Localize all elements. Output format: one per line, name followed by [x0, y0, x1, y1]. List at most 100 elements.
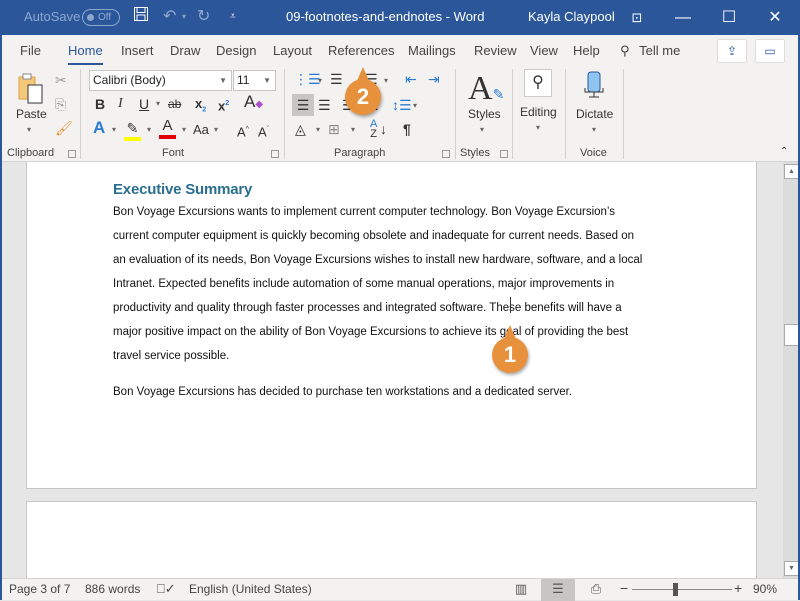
dictate-dropdown-icon[interactable]: ▾	[592, 125, 596, 134]
cut-icon[interactable]: ✂	[55, 71, 67, 89]
text-effects-dropdown-icon[interactable]: ▾	[112, 125, 116, 134]
scroll-thumb[interactable]	[784, 324, 799, 346]
grow-font-icon[interactable]: A^	[237, 121, 249, 141]
copy-icon[interactable]: ⎘	[55, 95, 66, 113]
chevron-down-icon[interactable]: ▼	[219, 71, 227, 90]
proofing-icon[interactable]: ⎕✓	[157, 581, 176, 597]
paragraph-line[interactable]: travel service possible.	[113, 344, 229, 368]
decrease-indent-icon[interactable]: ⇤	[405, 70, 417, 88]
paragraph-2[interactable]: Bon Voyage Excursions has decided to pur…	[113, 380, 572, 404]
font-launcher-icon[interactable]	[271, 150, 279, 158]
bullets-dropdown-icon[interactable]: ▾	[318, 76, 322, 85]
editing-button[interactable]: Editing	[520, 105, 557, 119]
subscript-icon[interactable]: x2	[195, 95, 206, 120]
superscript-icon[interactable]: x2	[218, 95, 229, 115]
paste-dropdown-icon[interactable]: ▾	[27, 125, 31, 134]
change-case-dropdown-icon[interactable]: ▾	[214, 125, 218, 134]
tab-mailings[interactable]: Mailings	[408, 43, 456, 58]
zoom-out-button[interactable]: −	[620, 580, 628, 596]
tab-design[interactable]: Design	[216, 43, 256, 58]
paragraph-line[interactable]: current computer equipment is quickly be…	[113, 224, 634, 248]
tab-review[interactable]: Review	[474, 43, 517, 58]
bullets-icon[interactable]: ⋮☰	[294, 70, 321, 88]
highlight-icon[interactable]: ✎	[124, 119, 141, 141]
undo-dropdown-icon[interactable]: ▾	[182, 6, 186, 28]
multilevel-dropdown-icon[interactable]: ▾	[384, 76, 388, 85]
customize-qat-icon[interactable]: ⩡	[230, 6, 236, 28]
zoom-in-button[interactable]: +	[734, 580, 742, 596]
autosave-toggle[interactable]: Off	[82, 9, 120, 26]
tab-view[interactable]: View	[530, 43, 558, 58]
user-name[interactable]: Kayla Claypool	[528, 9, 615, 24]
font-size-combo[interactable]: 11 ▼	[233, 70, 276, 91]
format-painter-icon[interactable]: 🖌	[55, 119, 73, 137]
tab-layout[interactable]: Layout	[273, 43, 312, 58]
comments-button[interactable]: ▭	[755, 39, 785, 63]
zoom-slider-thumb[interactable]	[673, 583, 678, 596]
paste-icon[interactable]	[16, 73, 46, 105]
page-indicator[interactable]: Page 3 of 7	[9, 582, 70, 596]
language-indicator[interactable]: English (United States)	[189, 582, 312, 596]
tab-references[interactable]: References	[328, 43, 394, 58]
dictate-button[interactable]: Dictate	[576, 107, 613, 121]
undo-icon[interactable]: ↶	[163, 6, 176, 28]
clipboard-launcher-icon[interactable]	[68, 150, 76, 158]
close-icon[interactable]: ✕	[752, 0, 798, 35]
collapse-ribbon-icon[interactable]: ⌃	[780, 143, 788, 161]
paragraph-line[interactable]: Bon Voyage Excursions wants to implement…	[113, 200, 615, 224]
zoom-slider[interactable]	[632, 589, 732, 590]
strikethrough-icon[interactable]: ab	[168, 95, 181, 113]
text-effects-icon[interactable]: A	[93, 119, 105, 137]
ribbon-display-options-icon[interactable]: ⊡	[614, 0, 660, 35]
underline-icon[interactable]: U	[139, 95, 149, 113]
find-icon[interactable]: ⚲	[524, 69, 552, 97]
numbering-icon[interactable]: ☰	[330, 70, 343, 88]
paragraph-line[interactable]: major positive impact on the ability of …	[113, 320, 628, 344]
bold-icon[interactable]: B	[95, 95, 105, 113]
underline-dropdown-icon[interactable]: ▾	[156, 99, 160, 108]
shading-icon[interactable]: ◬	[295, 120, 306, 138]
styles-launcher-icon[interactable]	[500, 150, 508, 158]
font-color-dropdown-icon[interactable]: ▾	[182, 125, 186, 134]
tab-help[interactable]: Help	[573, 43, 600, 58]
minimize-icon[interactable]: —	[660, 0, 706, 35]
shading-dropdown-icon[interactable]: ▾	[316, 125, 320, 134]
web-layout-icon[interactable]: ⎙	[579, 579, 613, 601]
paragraph-line[interactable]: productivity and quality through faster …	[113, 296, 622, 320]
paragraph-line[interactable]: an evaluation of its needs, Bon Voyage E…	[113, 248, 642, 272]
borders-icon[interactable]: ⊞	[328, 120, 340, 138]
italic-icon[interactable]: I	[118, 95, 123, 113]
tab-file[interactable]: File	[20, 43, 41, 58]
clear-formatting-icon[interactable]: A◆	[244, 93, 263, 114]
line-spacing-dropdown-icon[interactable]: ▾	[413, 101, 417, 110]
redo-icon[interactable]: ↻	[197, 6, 210, 28]
shrink-font-icon[interactable]: Aˇ	[258, 121, 269, 141]
line-spacing-icon[interactable]: ↕☰	[392, 96, 412, 114]
microphone-icon[interactable]	[584, 71, 604, 105]
scroll-down-icon[interactable]: ▼	[784, 561, 799, 576]
styles-button[interactable]: Styles	[468, 107, 501, 121]
editing-dropdown-icon[interactable]: ▾	[536, 123, 540, 132]
paragraph-line[interactable]: Intranet. Expected benefits include auto…	[113, 272, 614, 296]
align-left-icon[interactable]: ☰	[292, 94, 314, 116]
tab-insert[interactable]: Insert	[121, 43, 154, 58]
styles-dropdown-icon[interactable]: ▾	[480, 125, 484, 134]
tell-me-search[interactable]: ⚲ Tell me	[620, 43, 680, 59]
show-formatting-icon[interactable]: ¶	[403, 120, 411, 138]
paragraph-launcher-icon[interactable]	[442, 150, 450, 158]
tab-home[interactable]: Home	[68, 43, 103, 65]
maximize-icon[interactable]: ☐	[706, 0, 752, 35]
zoom-level[interactable]: 90%	[753, 582, 777, 596]
scroll-up-icon[interactable]: ▲	[784, 164, 799, 179]
increase-indent-icon[interactable]: ⇥	[428, 70, 440, 88]
tab-draw[interactable]: Draw	[170, 43, 200, 58]
font-color-icon[interactable]: A	[159, 117, 176, 139]
save-icon[interactable]	[133, 6, 149, 29]
highlight-dropdown-icon[interactable]: ▾	[147, 125, 151, 134]
align-center-icon[interactable]: ☰	[318, 96, 331, 114]
sort-icon[interactable]: AZ	[370, 119, 377, 140]
font-name-combo[interactable]: Calibri (Body) ▼	[89, 70, 232, 91]
change-case-button[interactable]: Aa	[193, 121, 209, 139]
share-button[interactable]: ⇪	[717, 39, 747, 63]
read-mode-icon[interactable]: ▥	[504, 579, 538, 601]
